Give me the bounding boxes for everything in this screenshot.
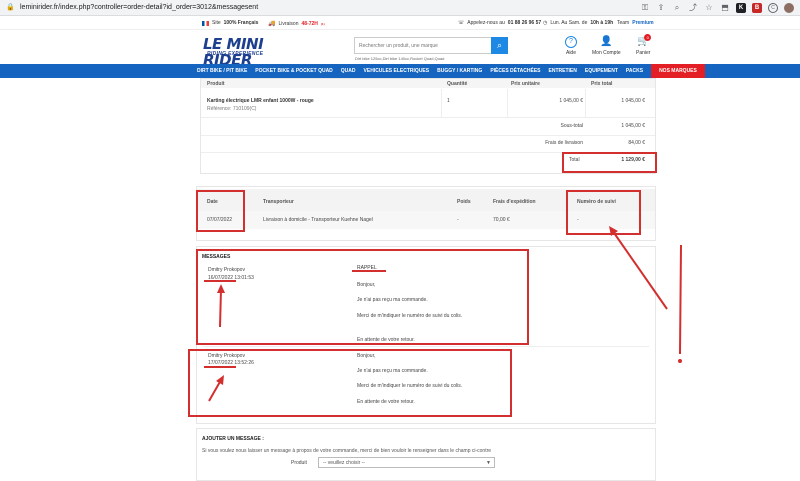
col-quantity: Quantité (447, 81, 468, 87)
subtotal-value: 1 045,00 € (621, 123, 645, 129)
nav-item-maintenance[interactable]: ENTRETIEN (545, 64, 581, 78)
product-unit-price: 1 045,00 € (559, 98, 583, 104)
rappel-underline (352, 270, 386, 272)
browser-toolbar: 🔒 leminirider.fr/index.php?controller=or… (0, 0, 800, 16)
product-select[interactable]: -- veuillez choisir -- ▼ (318, 457, 495, 468)
col-unit-price: Prix unitaire (511, 81, 540, 87)
nav-item-pocket-bike[interactable]: POCKET BIKE & POCKET QUAD (251, 64, 337, 78)
site-header: LE MINI RIDER RIDING EXPERIENCE ⌕ Dirt b… (0, 30, 800, 68)
message-2-highlight-box (188, 349, 512, 417)
cart-button[interactable]: 🛒 0 Panier (636, 34, 652, 56)
date-underline-1 (204, 280, 236, 282)
clock-icon: ◷ (543, 20, 548, 26)
site-french-info: Site 100% Français (202, 20, 258, 26)
extension-icon[interactable]: ⬒ (720, 3, 730, 13)
truck-icon: 🚚 (268, 21, 276, 27)
date-underline-2 (204, 366, 236, 368)
tracking-highlight-box (566, 190, 641, 235)
chevron-down-icon: ▼ (486, 460, 491, 466)
address-bar[interactable]: leminirider.fr/index.php?controller=orde… (20, 4, 258, 11)
main-nav: DIRT BIKE / PIT BIKE POCKET BIKE & POCKE… (0, 64, 800, 78)
shipping-carrier: Livraison à domicile - Transporteur Kueh… (263, 217, 373, 223)
product-reference: Référence: 710109(C) (207, 106, 257, 112)
shipping-fee: 70,00 € (493, 217, 510, 223)
phone-info: ☏ Appelez-nous au 01 88 26 96 57 (458, 20, 542, 26)
add-message-intro: Si vous voulez nous laisser un message à… (202, 448, 492, 454)
c-extension-icon[interactable]: C (768, 3, 778, 13)
col-weight: Poids (457, 199, 471, 205)
total-highlight-box (562, 152, 657, 173)
nav-item-dirt-bike[interactable]: DIRT BIKE / PIT BIKE (193, 64, 251, 78)
add-message-section: AJOUTER UN MESSAGE : Si vous voulez nous… (196, 428, 656, 481)
hours-info: ◷ Lun. Au Sam. de 10h à 19h (543, 20, 614, 26)
help-button[interactable]: ? Aide (565, 36, 577, 56)
zoom-icon[interactable]: ⌕ (672, 3, 682, 13)
col-shipping-fee: Frais d'expédition (493, 199, 536, 205)
add-message-title: AJOUTER UN MESSAGE : (202, 436, 264, 442)
k-extension-icon[interactable]: K (736, 3, 746, 13)
col-total-price: Prix total (591, 81, 613, 87)
cart-icon: 🛒 0 (637, 34, 652, 47)
bookmark-star-icon[interactable]: ☆ (704, 3, 714, 13)
search-input[interactable] (355, 38, 491, 53)
search-button[interactable]: ⌕ (491, 37, 508, 54)
product-quantity: 1 (447, 98, 450, 104)
user-icon: 👤 (600, 36, 613, 47)
top-info-bar: Site 100% Français 🚚 Livraison 48-72H (1)… (0, 16, 800, 30)
date-highlight-box (196, 190, 245, 232)
message-1-highlight-box (196, 249, 529, 345)
nav-item-parts[interactable]: PIÈCES DÉTACHÉES (486, 64, 544, 78)
share-page-icon[interactable]: ⤴ (688, 3, 698, 13)
help-icon: ? (565, 36, 577, 48)
team-info: Team Premium (617, 20, 654, 26)
annotation-vertical-line (679, 244, 682, 355)
account-button[interactable]: 👤 Mon Compte (592, 36, 621, 56)
b-extension-icon[interactable]: B (752, 3, 762, 13)
key-icon[interactable]: ⚿ (640, 3, 650, 13)
profile-avatar[interactable] (784, 3, 794, 13)
annotation-dot (678, 359, 682, 363)
nav-item-equipment[interactable]: EQUIPEMENT (581, 64, 622, 78)
product-select-label: Produit (291, 460, 307, 466)
search-icon: ⌕ (496, 40, 503, 50)
search-box: ⌕ (354, 37, 508, 54)
nav-item-brands[interactable]: NOS MARQUES (651, 64, 705, 78)
search-suggestions: Dirt bike 125cc,Dirt bike 140cc,Rocket Q… (355, 56, 445, 61)
lock-icon[interactable]: 🔒 (6, 4, 15, 12)
nav-item-quad[interactable]: QUAD (337, 64, 360, 78)
nav-item-packs[interactable]: PACKS (622, 64, 647, 78)
nav-item-electric[interactable]: VEHICULES ELECTRIQUES (360, 64, 434, 78)
nav-item-buggy[interactable]: BUGGY / KARTING (433, 64, 486, 78)
col-product: Produit (207, 81, 225, 87)
product-total-price: 1 045,00 € (621, 98, 645, 104)
col-carrier: Transporteur (263, 199, 294, 205)
site-logo[interactable]: LE MINI RIDER RIDING EXPERIENCE (203, 36, 311, 68)
cart-count-badge: 0 (644, 34, 652, 41)
phone-icon: ☏ (458, 20, 465, 26)
share-icon[interactable]: ⇪ (656, 3, 666, 13)
french-flag-icon (202, 20, 209, 26)
shipping-weight: - (457, 217, 459, 223)
subtotal-label: Sous-total (560, 123, 583, 129)
shipping-fee-label: Frais de livraison (545, 140, 583, 146)
delivery-info: 🚚 Livraison 48-72H (1) (268, 20, 325, 28)
product-name[interactable]: Karting électrique LMR enfant 1000W - ro… (207, 98, 314, 104)
shipping-fee-value: 84,00 € (628, 140, 645, 146)
browser-actions: ⚿ ⇪ ⌕ ⤴ ☆ ⬒ K B C (640, 3, 794, 13)
products-header-row (201, 79, 655, 88)
